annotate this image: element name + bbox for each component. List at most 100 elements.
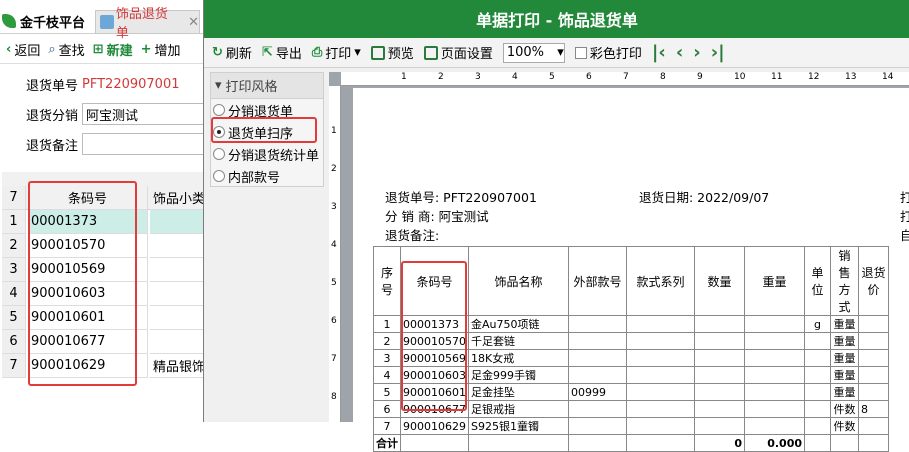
option-highlight-box bbox=[211, 117, 317, 143]
new-icon: ⊞ bbox=[92, 42, 104, 57]
total-cell: 0 bbox=[694, 434, 745, 452]
table-cell bbox=[858, 349, 889, 367]
page-distributor: 分 销 商: 阿宝测试 bbox=[385, 209, 489, 224]
table-cell bbox=[694, 383, 745, 401]
prev-page-icon[interactable]: ‹ bbox=[676, 42, 683, 63]
checkbox-icon bbox=[574, 46, 587, 59]
table-cell bbox=[694, 332, 745, 350]
table-cell bbox=[744, 315, 805, 333]
table-header-cell: 单位 bbox=[804, 246, 831, 316]
horizontal-ruler: 1 2 3 4 5 6 7 8 9 10 11 12 13 14 bbox=[341, 72, 909, 86]
ruler-tick-label: 5 bbox=[549, 72, 555, 82]
ruler-tick-label: 12 bbox=[808, 72, 820, 82]
table-cell: 6 bbox=[373, 400, 401, 418]
distributor-field[interactable]: 阿宝测试 bbox=[82, 103, 213, 125]
ruler-tick-label: 6 bbox=[331, 316, 337, 326]
style-options: 分销退货单 退货单扫序 分销退货统计单 内部款号 bbox=[211, 99, 323, 187]
table-cell bbox=[626, 400, 695, 418]
total-cell bbox=[400, 434, 469, 452]
chevron-down-icon: ▾ bbox=[354, 45, 361, 60]
print-button[interactable]: ⎙ 打印 ▾ bbox=[312, 43, 361, 62]
export-button[interactable]: ⇱ 导出 bbox=[262, 43, 302, 62]
table-cell bbox=[858, 383, 889, 401]
table-row: 7 900010629 S925银1童镯 件数 bbox=[373, 417, 889, 435]
panel-header[interactable]: ▾ 打印风格 bbox=[211, 73, 323, 99]
table-cell bbox=[694, 366, 745, 384]
refresh-icon: ↻ bbox=[212, 45, 223, 60]
table-cell bbox=[626, 332, 695, 350]
table-cell bbox=[626, 315, 695, 333]
table-cell: 重量 bbox=[830, 383, 859, 401]
table-cell bbox=[804, 366, 831, 384]
back-button[interactable]: ‹ 返回 bbox=[6, 40, 40, 59]
vertical-ruler: 1 2 3 4 5 6 7 8 bbox=[329, 86, 341, 422]
printer-icon: ⎙ bbox=[311, 45, 323, 60]
page-remark: 退货备注: bbox=[385, 228, 440, 243]
page-right-text-2: 打 bbox=[900, 209, 909, 224]
table-header-cell: 销售方式 bbox=[830, 246, 859, 316]
last-page-icon[interactable]: ›| bbox=[711, 42, 725, 63]
remark-field[interactable] bbox=[82, 133, 213, 155]
table-cell bbox=[626, 349, 695, 367]
ruler-tick-label: 1 bbox=[401, 72, 407, 82]
table-header-cell: 序号 bbox=[373, 246, 401, 316]
total-cell: 合计 bbox=[373, 434, 401, 452]
ruler-tick-label: 8 bbox=[331, 392, 337, 402]
find-button[interactable]: ⌕ 查找 bbox=[48, 40, 84, 59]
row-number: 3 bbox=[2, 258, 26, 282]
find-icon: ⌕ bbox=[48, 42, 56, 57]
row-number: 2 bbox=[2, 234, 26, 258]
refresh-button[interactable]: ↻ 刷新 bbox=[212, 43, 252, 62]
print-dialog: 单据打印 - 饰品退货单 ↻ 刷新 ⇱ 导出 ⎙ 打印 ▾ 预览 页面设置 100% ▾ … bbox=[203, 0, 909, 452]
style-option[interactable]: 分销退货统计单 bbox=[211, 143, 323, 165]
app-tab[interactable]: 金千枝平台 bbox=[2, 8, 85, 34]
table-cell bbox=[568, 349, 627, 367]
total-cell bbox=[568, 434, 627, 452]
page-right-text-3: 自 bbox=[900, 228, 909, 243]
page-right-text-1: 打 bbox=[900, 190, 909, 205]
ruler-tick-label: 3 bbox=[331, 202, 337, 212]
tab-return-doc[interactable]: 饰品退货单 ✕ bbox=[95, 7, 200, 41]
header-rowno: 7 bbox=[2, 186, 26, 210]
table-cell bbox=[804, 417, 831, 435]
first-page-icon[interactable]: |‹ bbox=[652, 42, 666, 63]
table-cell bbox=[626, 366, 695, 384]
close-icon[interactable]: ✕ bbox=[188, 15, 199, 30]
ruler-tick-label: 4 bbox=[512, 72, 518, 82]
ruler-tick-label: 13 bbox=[845, 72, 857, 82]
table-cell bbox=[804, 332, 831, 350]
radio-icon bbox=[213, 170, 225, 182]
page-setup-button[interactable]: 页面设置 bbox=[423, 43, 493, 62]
table-cell: 00999 bbox=[568, 383, 627, 401]
preview-button[interactable]: 预览 bbox=[370, 43, 414, 62]
table-cell bbox=[694, 417, 745, 435]
distributor-label: 退货分销 bbox=[26, 108, 79, 124]
add-button[interactable]: + 增加 bbox=[141, 40, 181, 59]
ruler-tick-label: 3 bbox=[475, 72, 481, 82]
table-cell bbox=[858, 417, 889, 435]
main-window: 金千枝平台 饰品退货单 ✕ ‹ 返回 ⌕ 查找 ⊞ 新建 + 增加 退货单号 PFT22… bbox=[0, 0, 230, 422]
ruler-tick-label: 2 bbox=[438, 72, 444, 82]
back-icon: ‹ bbox=[6, 42, 12, 57]
new-button[interactable]: ⊞ 新建 bbox=[93, 40, 133, 59]
radio-icon bbox=[213, 104, 225, 116]
table-cell bbox=[744, 332, 805, 350]
table-cell: 900010629 bbox=[400, 417, 469, 435]
ruler-tick-label: 9 bbox=[697, 72, 703, 82]
table-cell: 2 bbox=[373, 332, 401, 350]
total-cell: 0.000 bbox=[744, 434, 805, 452]
color-print-checkbox[interactable]: 彩色打印 bbox=[574, 43, 642, 62]
dialog-toolbar: ↻ 刷新 ⇱ 导出 ⎙ 打印 ▾ 预览 页面设置 100% ▾ 彩色打印 |‹ ‹ › ›… bbox=[204, 38, 909, 68]
ruler-tick-label: 4 bbox=[331, 240, 337, 250]
style-option[interactable]: 内部款号 bbox=[211, 165, 323, 187]
table-cell bbox=[568, 366, 627, 384]
table-cell: 3 bbox=[373, 349, 401, 367]
ruler-tick-label: 1 bbox=[331, 126, 337, 136]
next-page-icon[interactable]: › bbox=[693, 42, 700, 63]
table-cell: 重量 bbox=[830, 315, 859, 333]
dialog-title: 单据打印 - 饰品退货单 bbox=[204, 0, 909, 38]
table-header-cell: 外部款号 bbox=[568, 246, 627, 316]
app-tab-label: 金千枝平台 bbox=[20, 15, 86, 31]
zoom-select[interactable]: 100% ▾ bbox=[502, 42, 565, 63]
table-cell: 重量 bbox=[830, 366, 859, 384]
